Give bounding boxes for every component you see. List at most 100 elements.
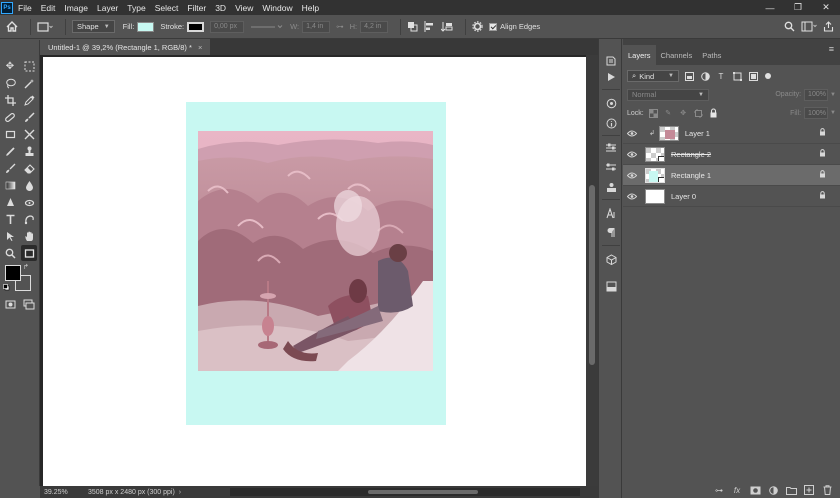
- visibility-eye-icon[interactable]: [623, 130, 641, 137]
- layer-row-rectangle-1[interactable]: Rectangle 1: [623, 165, 840, 186]
- menu-image[interactable]: Image: [64, 3, 88, 13]
- height-field[interactable]: 4,2 in: [360, 20, 389, 33]
- workspace-switcher-icon[interactable]: [801, 21, 817, 32]
- tab-channels[interactable]: Channels: [656, 45, 698, 65]
- layer-row-rectangle-2[interactable]: Rectangle 2: [623, 144, 840, 165]
- search-icon[interactable]: [784, 21, 795, 32]
- visibility-eye-icon[interactable]: [623, 172, 641, 179]
- fill-field[interactable]: 100%: [804, 107, 829, 119]
- close-icon[interactable]: ×: [198, 43, 202, 52]
- link-icon[interactable]: ⊶: [336, 22, 344, 31]
- info-panel-icon[interactable]: [603, 116, 619, 130]
- move-tool-icon[interactable]: ✥: [2, 58, 18, 74]
- lock-all-icon[interactable]: [708, 108, 719, 119]
- history-brush-tool-icon[interactable]: [2, 160, 18, 176]
- add-mask-icon[interactable]: [748, 484, 762, 496]
- new-group-folder-icon[interactable]: [784, 484, 798, 496]
- vertical-scrollbar[interactable]: [586, 55, 598, 486]
- pen-tool-icon[interactable]: [21, 194, 37, 210]
- pencil-tool-icon[interactable]: [2, 143, 18, 159]
- tool-mode-dropdown[interactable]: Shape ▼: [72, 20, 115, 33]
- character-panel-icon[interactable]: [603, 206, 619, 220]
- default-colors-icon[interactable]: [3, 283, 10, 291]
- patch-tool-icon[interactable]: [2, 126, 18, 142]
- shape-layer-filter-icon[interactable]: [731, 70, 743, 82]
- layer-name[interactable]: Layer 0: [671, 192, 696, 201]
- hand-tool-icon[interactable]: [21, 228, 37, 244]
- chevron-down-icon[interactable]: ▼: [830, 110, 836, 116]
- path-selection-tool-icon[interactable]: [21, 211, 37, 227]
- sliders-panel-icon[interactable]: [603, 160, 619, 174]
- filter-toggle-icon[interactable]: [765, 73, 771, 79]
- pixel-layer-filter-icon[interactable]: [683, 70, 695, 82]
- lasso-tool-icon[interactable]: [2, 75, 18, 91]
- opacity-field[interactable]: 100%: [804, 88, 829, 101]
- menu-file[interactable]: File: [18, 3, 32, 13]
- fill-color-swatch[interactable]: [137, 21, 155, 32]
- zoom-level[interactable]: 39.25%: [40, 489, 80, 496]
- menu-window[interactable]: Window: [262, 3, 292, 13]
- home-icon[interactable]: [6, 21, 18, 32]
- gradients-panel-icon[interactable]: [603, 279, 619, 293]
- quick-mask-icon[interactable]: [2, 296, 18, 312]
- link-layers-icon[interactable]: ⊶: [712, 484, 726, 496]
- type-layer-filter-icon[interactable]: T: [715, 70, 727, 82]
- path-arrangement-icon[interactable]: [441, 21, 453, 32]
- scroll-thumb[interactable]: [368, 490, 478, 494]
- tab-paths[interactable]: Paths: [697, 45, 726, 65]
- magic-wand-tool-icon[interactable]: [21, 75, 37, 91]
- adjustments-panel-icon[interactable]: [603, 96, 619, 110]
- info-menu-chevron-icon[interactable]: ›: [179, 489, 181, 496]
- eraser-tool-icon[interactable]: [21, 160, 37, 176]
- visibility-eye-icon[interactable]: [623, 193, 641, 200]
- swap-colors-icon[interactable]: ↱: [23, 263, 29, 271]
- path-alignment-icon[interactable]: [424, 21, 435, 32]
- menu-layer[interactable]: Layer: [97, 3, 118, 13]
- menu-help[interactable]: Help: [302, 3, 319, 13]
- zoom-tool-icon[interactable]: [2, 245, 18, 261]
- tab-layers[interactable]: Layers: [623, 45, 656, 65]
- visibility-eye-icon[interactable]: [623, 151, 641, 158]
- properties-panel-icon[interactable]: [603, 141, 619, 155]
- 3d-panel-icon[interactable]: [603, 252, 619, 266]
- photoshop-logo-icon[interactable]: Ps: [1, 1, 13, 14]
- blur-tool-icon[interactable]: [21, 177, 37, 193]
- direct-selection-tool-icon[interactable]: [2, 228, 18, 244]
- eyedropper-tool-icon[interactable]: [21, 92, 37, 108]
- menu-edit[interactable]: Edit: [41, 3, 56, 13]
- gear-icon[interactable]: [472, 21, 483, 32]
- crop-tool-icon[interactable]: [2, 92, 18, 108]
- layer-style-fx-icon[interactable]: fx: [730, 484, 744, 496]
- lock-image-pixels-icon[interactable]: ✎: [663, 108, 674, 119]
- marquee-tool-icon[interactable]: [21, 58, 37, 74]
- lock-position-icon[interactable]: ✥: [678, 108, 689, 119]
- paragraph-panel-icon[interactable]: [603, 225, 619, 239]
- type-tool-icon[interactable]: [2, 211, 18, 227]
- stroke-width-field[interactable]: 0,00 px: [210, 20, 245, 33]
- menu-view[interactable]: View: [235, 3, 253, 13]
- path-operations-icon[interactable]: [407, 21, 418, 32]
- width-field[interactable]: 1,4 in: [302, 20, 331, 33]
- history-panel-icon[interactable]: [603, 53, 619, 67]
- shape-tool-preset-picker[interactable]: [37, 21, 53, 32]
- clone-stamp-tool-icon[interactable]: [21, 143, 37, 159]
- menu-type[interactable]: Type: [127, 3, 145, 13]
- content-aware-move-icon[interactable]: [21, 126, 37, 142]
- layer-row-layer-1[interactable]: ↲ Layer 1: [623, 123, 840, 144]
- rectangle-tool-icon[interactable]: [21, 245, 37, 261]
- layer-name[interactable]: Rectangle 1: [671, 171, 711, 180]
- delete-layer-icon[interactable]: [820, 484, 834, 496]
- horizontal-scrollbar[interactable]: [230, 488, 580, 496]
- blend-mode-dropdown[interactable]: Normal ▼: [627, 88, 709, 101]
- new-adjustment-layer-icon[interactable]: [766, 484, 780, 496]
- smart-object-filter-icon[interactable]: [747, 70, 759, 82]
- stroke-type-dropdown[interactable]: [250, 22, 284, 32]
- stroke-color-swatch[interactable]: [187, 21, 205, 32]
- new-layer-icon[interactable]: [802, 484, 816, 496]
- menu-3d[interactable]: 3D: [215, 3, 226, 13]
- screen-mode-icon[interactable]: [21, 296, 37, 312]
- menu-filter[interactable]: Filter: [187, 3, 206, 13]
- close-window-button[interactable]: ✕: [812, 0, 840, 15]
- layer-row-layer-0[interactable]: Layer 0: [623, 186, 840, 207]
- align-edges-checkbox[interactable]: Align Edges: [489, 22, 540, 31]
